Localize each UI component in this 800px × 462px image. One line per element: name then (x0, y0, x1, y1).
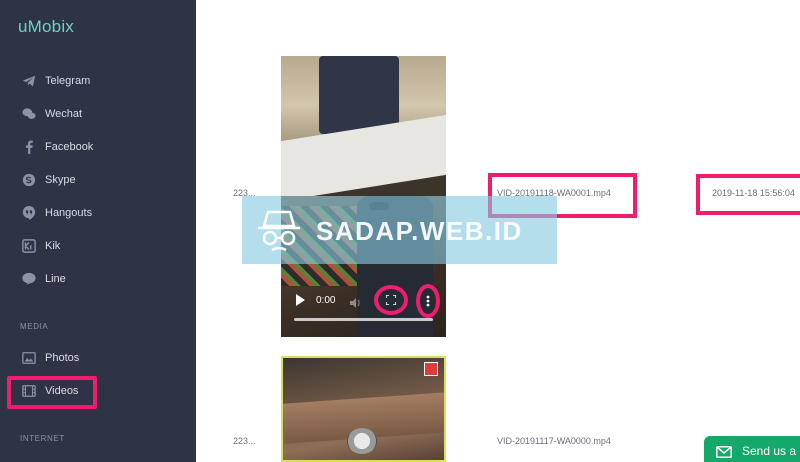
telegram-icon (22, 74, 36, 88)
sidebar: uMobix Telegram Wechat Facebook Skype Ha… (0, 0, 196, 462)
facebook-icon (22, 140, 36, 154)
wechat-icon (22, 107, 36, 121)
sidebar-item-facebook[interactable]: Facebook (0, 134, 196, 160)
date-highlight (696, 174, 800, 215)
video-badge-icon (424, 362, 438, 376)
mail-icon (716, 445, 732, 458)
volume-icon[interactable] (350, 295, 362, 308)
video-frame-bag (319, 56, 399, 134)
videos-highlight (7, 376, 97, 409)
section-internet: INTERNET (20, 434, 65, 443)
sidebar-item-label: Telegram (45, 75, 91, 87)
more-vertical-icon (426, 295, 430, 307)
kik-icon (22, 239, 36, 253)
sidebar-item-label: Line (45, 273, 66, 285)
sidebar-item-kik[interactable]: Kik (0, 233, 196, 259)
sidebar-item-telegram[interactable]: Telegram (0, 68, 196, 94)
sidebar-item-label: Kik (45, 240, 61, 252)
hangouts-icon (22, 206, 36, 220)
send-message-button[interactable]: Send us a (704, 436, 800, 462)
section-media: MEDIA (20, 322, 49, 331)
video-id: 223... (233, 436, 256, 446)
fullscreen-icon (386, 295, 396, 305)
sidebar-item-skype[interactable]: Skype (0, 167, 196, 193)
more-options-button[interactable] (416, 284, 440, 318)
video-frame-watch (347, 428, 377, 454)
line-icon (22, 272, 36, 286)
play-button[interactable] (296, 294, 305, 306)
sidebar-item-label: Wechat (45, 108, 83, 120)
sidebar-item-photos[interactable]: Photos (0, 345, 196, 371)
send-message-label: Send us a (742, 444, 797, 458)
app-logo[interactable]: uMobix (18, 17, 74, 37)
sidebar-item-label: Photos (45, 352, 80, 364)
sidebar-item-hangouts[interactable]: Hangouts (0, 200, 196, 226)
watermark-text: SADAP.WEB.ID (316, 216, 523, 246)
sidebar-item-line[interactable]: Line (0, 266, 196, 292)
sidebar-item-label: Skype (45, 174, 76, 186)
sidebar-item-wechat[interactable]: Wechat (0, 101, 196, 127)
video-thumbnail[interactable] (281, 356, 446, 462)
player-time: 0:00 (316, 295, 336, 306)
skype-icon (22, 173, 36, 187)
video-filename: VID-20191117-WA0000.mp4 (497, 436, 611, 446)
app-root: uMobix Telegram Wechat Facebook Skype Ha… (0, 0, 800, 462)
fullscreen-button[interactable] (374, 285, 408, 315)
sidebar-item-label: Facebook (45, 141, 94, 153)
photos-icon (22, 351, 36, 365)
spy-logo-icon (252, 204, 306, 258)
video-progress-bar[interactable] (294, 318, 433, 321)
sidebar-item-label: Hangouts (45, 207, 93, 219)
